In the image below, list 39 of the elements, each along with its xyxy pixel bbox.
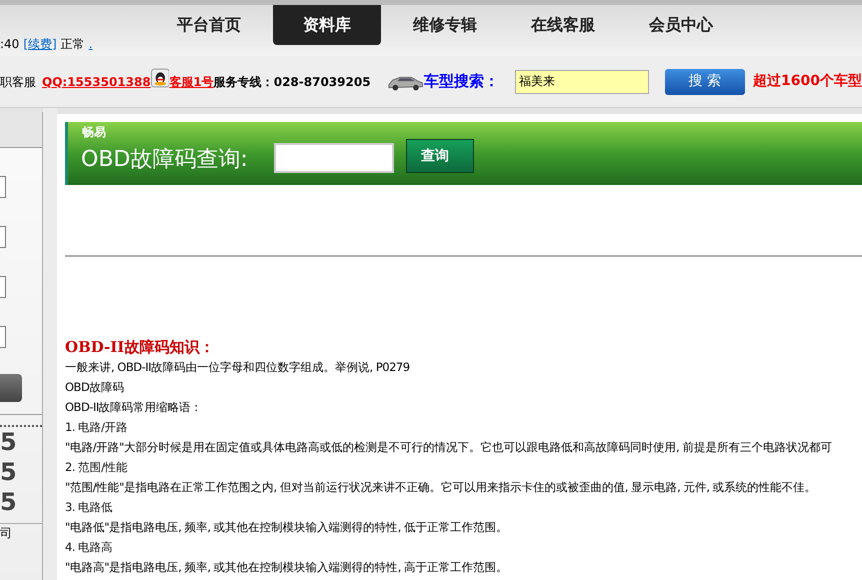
renew-link[interactable]: [续费]	[23, 35, 57, 53]
hotline-text: 服务专线：028-87039205	[214, 74, 371, 90]
nav-tab[interactable]: 平台首页	[155, 5, 263, 45]
section-heading: 2. 范围/性能	[65, 459, 129, 476]
banner-title: OBD故障码查询:	[81, 147, 248, 173]
query-button[interactable]	[0, 374, 22, 402]
service-label: 职客服	[0, 74, 36, 90]
status-text: 正常	[60, 36, 85, 53]
digit-text: 5	[0, 427, 18, 457]
section-heading: 4. 电路高	[65, 539, 114, 556]
qq-link[interactable]: QQ:1553501388	[42, 72, 151, 90]
search-button[interactable]: 搜 索	[664, 68, 746, 94]
article-text: OBD-II故障码常用缩略语：	[65, 399, 204, 416]
link[interactable]: .	[88, 35, 93, 53]
nav-tab[interactable]: 会员中心	[627, 5, 735, 45]
section-heading: 1. 电路/开路	[65, 419, 129, 436]
query-button[interactable]: 查询	[406, 139, 474, 173]
footer-text: 司	[0, 523, 42, 542]
article-text: "范围/性能"是指电路在正常工作范围之内, 但对当前运行状况来讲不正确。它可以用来指示卡住的或被歪曲的值, 显示电路, 元件, 或系统的性能不佳。	[65, 479, 818, 496]
promo-text: 超过1600个车型	[753, 72, 862, 91]
article-text: "电路高"是指电路电压, 频率, 或其他在控制模块输入端测得的特性, 高于正常工作范围。	[65, 559, 509, 576]
article-text: "电路/开路"大部分时候是用在固定值或具体电路高或低的检测是不可行的情况下。它也可以跟电路低和高故障码同时使用, 前提是所有三个电路状况都可	[65, 439, 833, 456]
article-text: OBD故障码	[65, 379, 125, 396]
section-heading: 3. 电路低	[65, 499, 114, 516]
article-text: 一般来讲, OBD-II故障码由一位字母和四位数字组成。举例说, P0279	[65, 359, 411, 376]
nav-tab[interactable]: 在线客服	[509, 5, 617, 45]
digit-text: 5	[0, 457, 18, 487]
nav-tab[interactable]: 资料库	[273, 5, 381, 45]
nav-tab[interactable]: 维修专辑	[391, 5, 499, 45]
agent-link[interactable]: 客服1号	[169, 72, 214, 90]
penguin-icon	[150, 68, 170, 88]
search-label: 车型搜索：	[424, 71, 499, 92]
brand-text: 畅易	[82, 124, 106, 141]
code-search-field[interactable]	[274, 143, 394, 173]
article-title: OBD-II故障码知识：	[65, 337, 216, 357]
model-search-field[interactable]: 福美来	[514, 70, 649, 94]
article-text: "电路低"是指电路电压, 频率, 或其他在控制模块输入端测得的特性, 低于正常工作范围。	[65, 519, 509, 536]
time-text: :40	[0, 36, 20, 53]
digit-text: 5	[0, 487, 18, 517]
